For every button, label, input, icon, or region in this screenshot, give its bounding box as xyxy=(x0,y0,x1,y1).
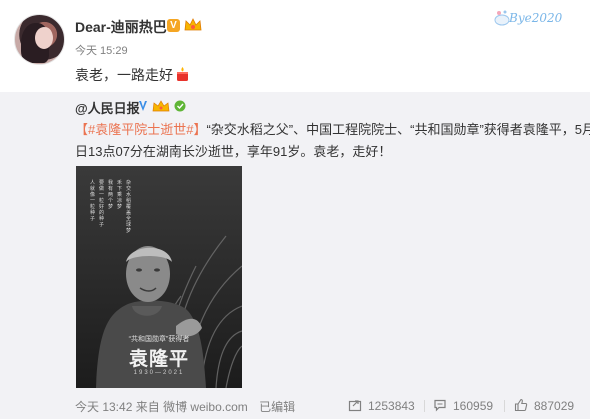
topic-badge[interactable]: Bye2020 xyxy=(491,8,577,30)
author-name[interactable]: Dear-迪丽热巴 xyxy=(75,17,167,37)
green-dot-icon xyxy=(174,100,186,112)
author-avatar[interactable] xyxy=(14,14,65,65)
vertical-quote: 人就像一粒种子 要做一粒好的种子 我有两个梦 禾下乘凉梦 杂交水稻覆盖全球梦 xyxy=(90,180,136,266)
repost-footer: 今天 13:42 来自 微博 weibo.com 已编辑 1253843 160… xyxy=(75,398,580,414)
quote-col-3: 我有两个梦 xyxy=(108,180,114,210)
crown-icon[interactable] xyxy=(184,18,202,32)
divider xyxy=(504,400,505,412)
memorial-photo[interactable]: 人就像一粒种子 要做一粒好的种子 我有两个梦 禾下乘凉梦 杂交水稻覆盖全球梦 “… xyxy=(76,166,242,388)
thumbs-up-icon xyxy=(514,398,528,412)
weibo-post: Dear-迪丽热巴 V 今天 15:29 袁老，一路走好 Bye2020 @人民… xyxy=(0,0,590,419)
caption-name: 袁隆平 xyxy=(128,348,189,370)
repost-badges xyxy=(139,100,186,112)
repost-author[interactable]: @人民日报 xyxy=(75,98,140,117)
comment-count: 160959 xyxy=(453,399,494,413)
repost-meta: 今天 13:42 来自 微博 weibo.com 已编辑 xyxy=(75,398,295,415)
repost-card: @人民日报 【#袁隆平院士逝世#】“杂交水稻之父”、中国工程院院士、“共和国勋章… xyxy=(0,92,590,419)
action-bar: 1253843 160959 887029 xyxy=(348,398,580,414)
crown-icon xyxy=(152,100,170,112)
hashtag-link[interactable]: 【#袁隆平院士逝世#】 xyxy=(75,122,206,137)
comment-button[interactable]: 160959 xyxy=(433,398,495,414)
avatar-face xyxy=(35,27,53,49)
repost-time[interactable]: 今天 13:42 xyxy=(75,400,132,414)
verified-v-icon xyxy=(139,101,147,111)
repost-text-line2: 日13点07分在湖南长沙逝世，享年91岁。袁老，走好！ xyxy=(75,144,392,159)
comment-icon xyxy=(434,399,446,412)
verified-v-icon[interactable]: V xyxy=(167,19,180,32)
repost-text-line1: 【#袁隆平院士逝世#】“杂交水稻之父”、中国工程院院士、“共和国勋章”获得者袁隆… xyxy=(75,121,590,139)
quote-col-5: 杂交水稻覆盖全球梦 xyxy=(126,180,132,234)
quote-col-2: 要做一粒好的种子 xyxy=(99,180,105,228)
like-count: 887029 xyxy=(534,399,575,413)
edited-label[interactable]: 已编辑 xyxy=(259,400,295,414)
like-button[interactable]: 887029 xyxy=(514,398,580,414)
quote-col-1: 人就像一粒种子 xyxy=(90,180,96,222)
post-text: 袁老，一路走好 xyxy=(75,67,173,83)
caption-small: “共和国勋章”获得者 xyxy=(128,336,190,343)
post-time[interactable]: 今天 15:29 xyxy=(75,42,128,58)
caption-years: 1930—2021 xyxy=(133,370,185,376)
repost-button[interactable]: 1253843 xyxy=(348,398,418,414)
candle-emoji-icon xyxy=(177,67,188,81)
source-prefix: 来自 xyxy=(135,400,160,414)
share-icon xyxy=(348,400,362,412)
topic-badge-label: Bye2020 xyxy=(509,11,563,25)
divider xyxy=(424,400,425,412)
quote-col-4: 禾下乘凉梦 xyxy=(117,180,123,210)
repost-count: 1253843 xyxy=(368,399,415,413)
source-link[interactable]: 微博 weibo.com xyxy=(163,400,248,414)
repost-text-line1-rest: “杂交水稻之父”、中国工程院院士、“共和国勋章”获得者袁隆平，5月22 xyxy=(206,122,590,137)
